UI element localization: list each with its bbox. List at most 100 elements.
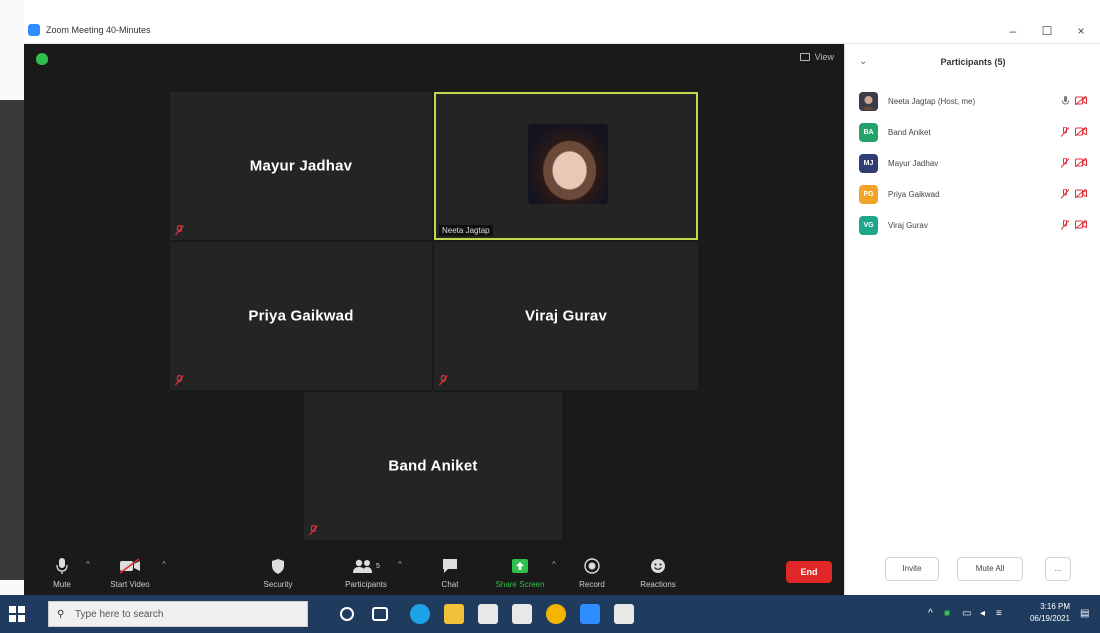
microsoft-store-icon[interactable] <box>478 604 498 624</box>
clock-date: 06/19/2021 <box>1029 614 1070 623</box>
mute-button[interactable]: Mute <box>32 556 92 589</box>
grid-view-icon <box>799 53 810 61</box>
muted-mic-icon[interactable] <box>1061 220 1069 230</box>
minimize-button[interactable]: – <box>996 21 1030 41</box>
close-button[interactable]: × <box>1064 21 1098 41</box>
window-title: Zoom Meeting 40-Minutes <box>46 25 151 35</box>
end-meeting-button[interactable]: End <box>786 561 832 583</box>
participant-name-label: Neeta Jagtap <box>439 225 493 236</box>
avatar: PG <box>859 185 878 204</box>
taskbar-search-box[interactable]: ⚲ Type here to search <box>48 601 308 627</box>
participant-status-icons <box>1062 96 1087 106</box>
participants-panel: ⌄ Participants (5) Neeta Jagtap (Host, m… <box>844 44 1100 595</box>
muted-mic-icon <box>175 375 184 386</box>
participant-row[interactable]: Neeta Jagtap (Host, me) <box>845 86 1100 117</box>
cortana-icon[interactable] <box>340 607 354 621</box>
participant-status-icons <box>1061 158 1087 168</box>
reactions-smiley-icon <box>650 556 666 576</box>
share-screen-button[interactable]: Share Screen <box>490 556 550 589</box>
volume-icon[interactable]: ◂ <box>980 608 985 619</box>
participant-name: Viraj Gurav <box>525 307 607 325</box>
share-options-caret-icon[interactable]: ^ <box>552 560 556 569</box>
mute-all-button[interactable]: Mute All <box>957 557 1023 581</box>
participant-name: Band Aniket <box>888 128 931 137</box>
mail-icon[interactable] <box>512 604 532 624</box>
language-icon[interactable]: ≡ <box>996 608 1002 619</box>
avatar: MJ <box>859 154 878 173</box>
participants-panel-footer: Invite Mute All ... <box>845 543 1100 595</box>
microphone-icon <box>56 556 68 576</box>
video-tile-active-speaker[interactable]: Neeta Jagtap <box>434 92 698 240</box>
show-hidden-icons-icon[interactable]: ^ <box>928 608 933 619</box>
participants-button[interactable]: 5 Participants <box>336 556 396 589</box>
participants-panel-header: ⌄ Participants (5) <box>845 44 1100 80</box>
view-button[interactable]: View <box>799 52 834 62</box>
chat-button[interactable]: Chat <box>420 556 480 589</box>
muted-mic-icon <box>309 525 318 536</box>
file-explorer-icon[interactable] <box>444 604 464 624</box>
security-button[interactable]: Security <box>248 556 308 589</box>
participant-status-icons <box>1061 189 1087 199</box>
reactions-button[interactable]: Reactions <box>628 556 688 589</box>
title-bar: Zoom Meeting 40-Minutes – ☐ × <box>24 18 1100 44</box>
muted-mic-icon[interactable] <box>1061 127 1069 137</box>
security-label: Security <box>263 580 293 589</box>
video-off-icon[interactable] <box>1075 189 1087 198</box>
participant-name: Band Aniket <box>388 457 478 475</box>
search-placeholder: Type here to search <box>75 609 164 620</box>
meeting-toolbar: Mute ^ Start Video ^ Security 5 Particip… <box>24 543 844 595</box>
participant-row[interactable]: PG Priya Gaikwad <box>845 179 1100 210</box>
participant-row[interactable]: MJ Mayur Jadhav <box>845 148 1100 179</box>
video-tile[interactable]: Priya Gaikwad <box>170 242 432 390</box>
edge-browser-icon[interactable] <box>410 604 430 624</box>
video-options-caret-icon[interactable]: ^ <box>162 560 166 569</box>
video-tile[interactable]: Mayur Jadhav <box>170 92 432 240</box>
participant-status-icons <box>1061 127 1087 137</box>
tray-app-icon[interactable]: ■ <box>944 608 950 619</box>
maximize-button[interactable]: ☐ <box>1030 21 1064 41</box>
record-button[interactable]: Record <box>562 556 622 589</box>
video-off-icon[interactable] <box>1075 220 1087 229</box>
video-tile[interactable]: Band Aniket <box>304 392 562 540</box>
avatar: BA <box>859 123 878 142</box>
profile-photo <box>528 124 608 204</box>
participants-options-caret-icon[interactable]: ^ <box>398 560 402 569</box>
windows-start-icon[interactable] <box>8 605 26 623</box>
more-options-button[interactable]: ... <box>1045 557 1071 581</box>
microphone-icon[interactable] <box>1062 96 1069 106</box>
participant-name: Neeta Jagtap (Host, me) <box>888 97 976 106</box>
desktop-background-strip <box>0 0 24 595</box>
windows-taskbar: ⚲ Type here to search ^ ■ ▭ ◂ ≡ 3:16 PM … <box>0 595 1100 633</box>
participant-row[interactable]: VG Viraj Gurav <box>845 210 1100 241</box>
participant-name: Priya Gaikwad <box>888 190 940 199</box>
start-video-button[interactable]: Start Video <box>100 556 160 589</box>
network-icon[interactable]: ▭ <box>962 608 971 619</box>
encryption-shield-icon[interactable] <box>36 53 48 65</box>
clock[interactable]: 3:16 PM 06/19/2021 <box>1030 601 1070 625</box>
participant-row[interactable]: BA Band Aniket <box>845 117 1100 148</box>
muted-mic-icon[interactable] <box>1061 158 1069 168</box>
audio-options-caret-icon[interactable]: ^ <box>86 560 90 569</box>
view-label: View <box>814 52 834 62</box>
task-view-icon[interactable] <box>372 607 388 621</box>
record-icon <box>584 556 600 576</box>
participant-name: Mayur Jadhav <box>249 157 353 175</box>
record-label: Record <box>579 580 605 589</box>
video-off-icon[interactable] <box>1075 127 1087 136</box>
muted-mic-icon[interactable] <box>1061 189 1069 199</box>
participant-name: Mayur Jadhav <box>888 159 939 168</box>
background-window-edge <box>0 100 24 580</box>
security-shield-icon <box>271 556 285 576</box>
notepad-icon[interactable] <box>614 604 634 624</box>
zoom-taskbar-icon[interactable] <box>580 604 600 624</box>
participants-panel-title: Participants (5) <box>940 57 1006 67</box>
clock-time: 3:16 PM <box>1040 602 1070 611</box>
invite-button[interactable]: Invite <box>885 557 939 581</box>
video-off-icon[interactable] <box>1075 96 1087 105</box>
video-off-icon[interactable] <box>1075 158 1087 167</box>
chat-bubble-icon <box>442 556 458 576</box>
video-tile[interactable]: Viraj Gurav <box>434 242 698 390</box>
participants-count: 5 <box>376 562 380 570</box>
notifications-icon[interactable]: ▤ <box>1080 608 1089 619</box>
chrome-icon[interactable] <box>546 604 566 624</box>
